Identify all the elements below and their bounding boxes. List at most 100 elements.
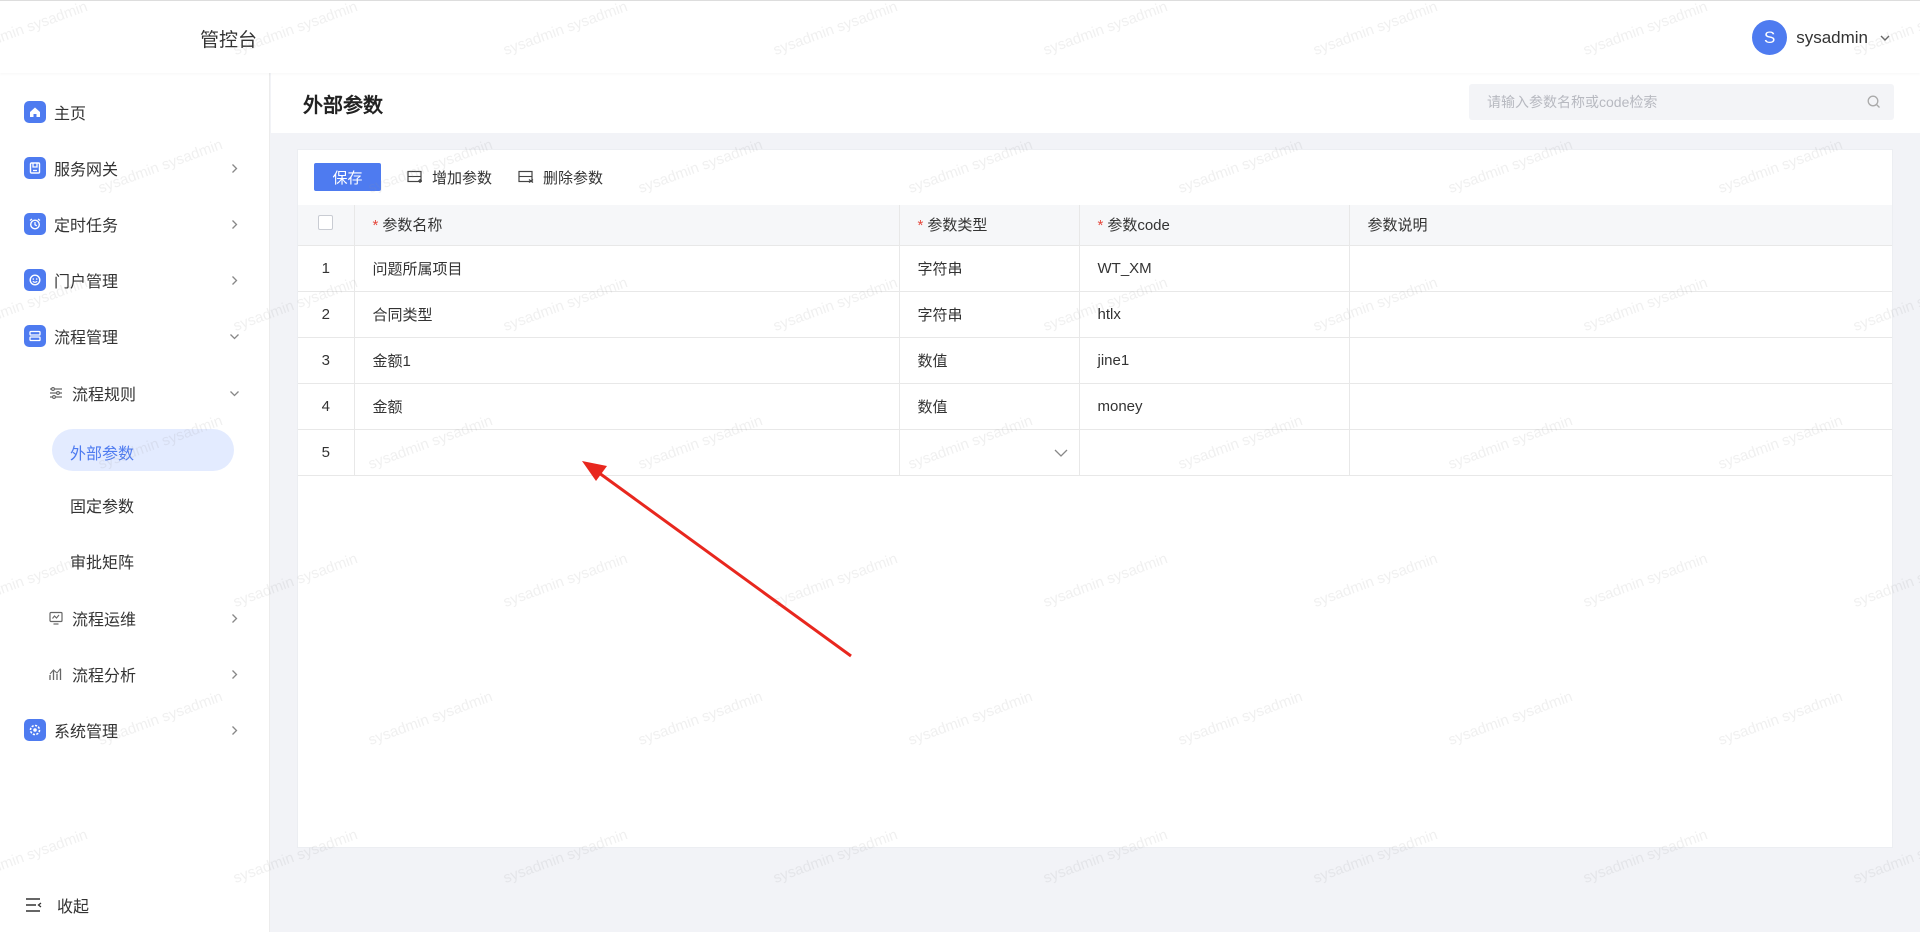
- param-desc-cell[interactable]: [1348, 291, 1892, 338]
- monitor-icon: [49, 611, 63, 625]
- toolbar: 保存 增加参数 删除参数: [314, 163, 603, 191]
- delete-row-icon: [518, 170, 534, 183]
- required-mark: *: [372, 217, 379, 235]
- chevron-down-icon[interactable]: [1878, 31, 1892, 45]
- chevron-right-icon: [232, 163, 238, 173]
- sidebar-item-workflow-management[interactable]: 流程管理: [0, 316, 270, 356]
- row-index: 3: [298, 337, 354, 384]
- param-desc-cell[interactable]: [1348, 245, 1892, 292]
- param-name-cell[interactable]: 问题所属项目: [353, 245, 899, 292]
- select-all-cell: [298, 205, 354, 246]
- required-mark: *: [1097, 217, 1104, 235]
- settings-icon: [24, 719, 46, 741]
- sidebar-item-gateway[interactable]: 服务网关: [0, 148, 270, 188]
- sidebar-item-label: 流程规则: [72, 387, 137, 404]
- chevron-down-icon: [230, 390, 239, 396]
- chart-icon: [49, 668, 62, 680]
- collapse-button[interactable]: 收起: [25, 893, 89, 917]
- column-header-desc: 参数说明: [1348, 205, 1892, 246]
- sidebar-item-label: 系统管理: [54, 724, 119, 741]
- search-icon[interactable]: [1866, 94, 1882, 110]
- collapse-menu-icon: [26, 898, 42, 912]
- avatar[interactable]: S: [1752, 20, 1788, 55]
- gateway-icon: [24, 157, 46, 179]
- sidebar-item-scheduled-tasks[interactable]: 定时任务: [0, 204, 270, 244]
- sidebar-item-fixed-params[interactable]: 固定参数: [0, 485, 270, 525]
- delete-param-label: 删除参数: [543, 169, 604, 187]
- sidebar-item-portal-management[interactable]: 门户管理: [0, 260, 270, 300]
- param-name-cell[interactable]: 金额: [353, 383, 899, 430]
- chevron-right-icon: [232, 613, 238, 623]
- collapse-label: 收起: [57, 899, 90, 916]
- column-header-type: * 参数类型: [898, 205, 1079, 246]
- table-row[interactable]: 3 金额1 数值 jine1: [298, 337, 1892, 384]
- search-input[interactable]: [1487, 94, 1857, 110]
- row-index: 1: [298, 245, 354, 292]
- chevron-right-icon: [232, 669, 238, 679]
- sidebar-item-home[interactable]: 主页: [0, 92, 270, 132]
- param-type-cell[interactable]: 数值: [898, 383, 1079, 430]
- param-name-input-cell[interactable]: [353, 429, 899, 476]
- add-param-label: 增加参数: [432, 169, 493, 187]
- sidebar-item-label: 固定参数: [70, 499, 135, 516]
- param-code-cell[interactable]: WT_XM: [1078, 245, 1349, 292]
- delete-param-button[interactable]: 删除参数: [518, 167, 603, 188]
- param-desc-cell[interactable]: [1348, 383, 1892, 430]
- column-header-label: 参数code: [1107, 217, 1170, 235]
- row-index: 2: [298, 291, 354, 338]
- chevron-right-icon: [232, 219, 238, 229]
- row-index: 5: [298, 429, 354, 476]
- add-param-button[interactable]: 增加参数: [407, 167, 492, 188]
- param-name-cell[interactable]: 金额1: [353, 337, 899, 384]
- sidebar-item-workflow-rules[interactable]: 流程规则: [0, 373, 270, 413]
- sidebar-item-label: 定时任务: [54, 218, 119, 235]
- alarm-clock-icon: [24, 213, 46, 235]
- param-desc-input-cell[interactable]: [1348, 429, 1892, 476]
- param-code-cell[interactable]: money: [1078, 383, 1349, 430]
- params-card: 保存 增加参数 删除参数 * 参数名称 * 参数类型 * 参数code 参数说明 1 …: [297, 149, 1893, 848]
- top-bar: 管控台 S sysadmin: [0, 0, 1920, 73]
- chevron-down-icon[interactable]: [1053, 447, 1069, 459]
- sidebar-item-external-params[interactable]: 外部参数: [52, 429, 234, 471]
- param-code-cell[interactable]: htlx: [1078, 291, 1349, 338]
- add-row-icon: [407, 170, 422, 183]
- param-type-cell[interactable]: 字符串: [898, 245, 1079, 292]
- username[interactable]: sysadmin: [1796, 28, 1868, 48]
- user-menu[interactable]: S sysadmin: [1752, 20, 1892, 55]
- chevron-right-icon: [232, 725, 238, 735]
- param-type-cell[interactable]: 数值: [898, 337, 1079, 384]
- table-row[interactable]: 1 问题所属项目 字符串 WT_XM: [298, 245, 1892, 292]
- sidebar-item-label: 流程分析: [72, 668, 137, 685]
- page-header: 外部参数: [271, 73, 1920, 133]
- sliders-icon: [50, 387, 62, 399]
- page-title: 外部参数: [303, 95, 383, 117]
- chevron-right-icon: [232, 275, 238, 285]
- sidebar-item-label: 流程管理: [54, 330, 119, 347]
- sidebar-item-label: 流程运维: [72, 612, 137, 629]
- select-all-checkbox[interactable]: [318, 215, 334, 231]
- table-header-row: * 参数名称 * 参数类型 * 参数code 参数说明: [298, 205, 1892, 246]
- smile-icon: [24, 269, 46, 291]
- table-row[interactable]: 4 金额 数值 money: [298, 383, 1892, 430]
- required-mark: *: [917, 217, 924, 235]
- sidebar-item-workflow-analysis[interactable]: 流程分析: [0, 654, 270, 694]
- param-type-select[interactable]: [898, 429, 1079, 476]
- column-header-name: * 参数名称: [353, 205, 899, 246]
- param-code-cell[interactable]: jine1: [1078, 337, 1349, 384]
- param-desc-cell[interactable]: [1348, 337, 1892, 384]
- sidebar-item-label: 审批矩阵: [70, 555, 135, 572]
- search-box[interactable]: [1469, 84, 1894, 120]
- param-code-input-cell[interactable]: [1078, 429, 1349, 476]
- param-type-cell[interactable]: 字符串: [898, 291, 1079, 338]
- sidebar-item-label: 主页: [54, 106, 87, 123]
- save-button[interactable]: 保存: [314, 163, 381, 191]
- params-table: * 参数名称 * 参数类型 * 参数code 参数说明 1 问题所属项目 字符串 WT…: [298, 205, 1892, 476]
- table-row-new[interactable]: 5: [298, 429, 1892, 476]
- table-row[interactable]: 2 合同类型 字符串 htlx: [298, 291, 1892, 338]
- sidebar-item-system-management[interactable]: 系统管理: [0, 710, 270, 750]
- sidebar-item-approval-matrix[interactable]: 审批矩阵: [0, 541, 270, 581]
- sidebar: 主页 服务网关 定时任务 门户管理 流程管理 流程规则 外部参数 固定参数 审批…: [0, 73, 270, 932]
- param-name-cell[interactable]: 合同类型: [353, 291, 899, 338]
- sidebar-item-workflow-ops[interactable]: 流程运维: [0, 598, 270, 638]
- workflow-icon: [24, 325, 46, 347]
